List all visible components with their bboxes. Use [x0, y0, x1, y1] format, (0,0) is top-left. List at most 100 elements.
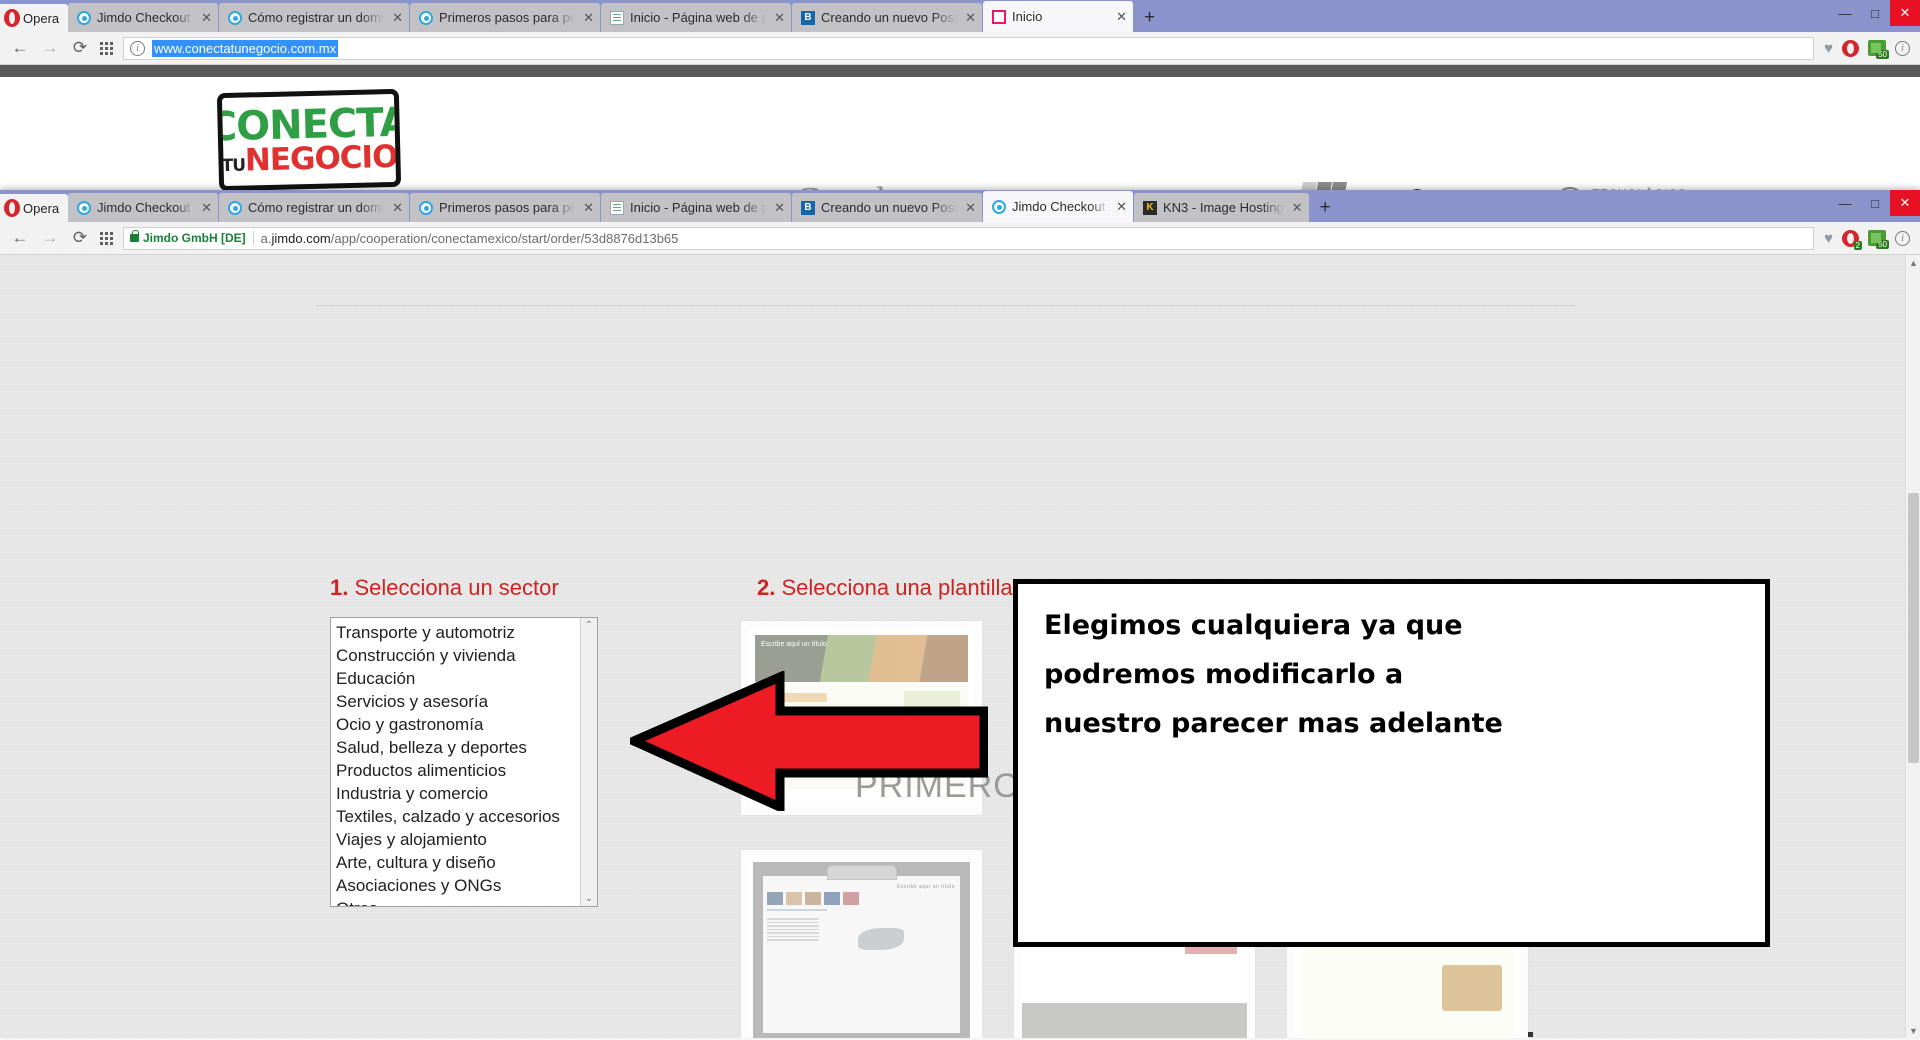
jimdo-favicon [77, 10, 91, 25]
close-window-button[interactable]: ✕ [1890, 190, 1920, 216]
sector-option[interactable]: Industria y comercio [334, 782, 580, 805]
tab-close-icon[interactable]: ✕ [390, 200, 403, 216]
lock-icon [130, 230, 139, 242]
reload-icon[interactable]: ⟳ [70, 228, 90, 248]
heart-icon[interactable]: ♥ [1824, 230, 1833, 247]
sector-option[interactable]: Construcción y vivienda [334, 644, 580, 667]
browser-window-2: Opera Jimdo Checkout ✕ Cómo registrar un… [0, 190, 1920, 1038]
sector-option[interactable]: Viajes y alojamiento [334, 828, 580, 851]
back-icon[interactable]: ← [10, 38, 30, 58]
speed-dial-icon[interactable] [100, 41, 113, 55]
red-arrow-annotation [630, 671, 988, 811]
jimdo-favicon [419, 200, 433, 215]
reload-icon[interactable]: ⟳ [70, 38, 90, 58]
scroll-up-icon[interactable]: ▲ [1906, 255, 1920, 270]
scroll-up-icon[interactable]: ⌃ [585, 620, 593, 631]
tab-close-icon[interactable]: ✕ [199, 200, 212, 216]
jimdo-favicon [992, 199, 1006, 214]
sector-option[interactable]: Arte, cultura y diseño [334, 851, 580, 874]
secure-site-badge[interactable]: Jimdo GmbH [DE] [130, 230, 254, 245]
template-card-4[interactable]: Escribe aquí un título [740, 849, 983, 1038]
tab-close-icon[interactable]: ✕ [963, 200, 976, 216]
sector-option[interactable]: Servicios y asesoría [334, 690, 580, 713]
tab-creando-post-2[interactable]: B Creando un nuevo Post - Blogger ✕ [792, 193, 982, 222]
minimize-button[interactable]: — [1830, 190, 1860, 216]
maximize-button[interactable]: □ [1860, 190, 1890, 216]
tab-como-registrar-dominio-2[interactable]: Cómo registrar un dominio ✕ [219, 193, 409, 222]
new-tab-button-1[interactable]: + [1134, 8, 1165, 32]
tab-jimdo-checkout-2a[interactable]: Jimdo Checkout ✕ [68, 193, 218, 222]
scroll-down-icon[interactable]: ⌄ [585, 893, 593, 904]
sector-option[interactable]: Textiles, calzado y accesorios [334, 805, 580, 828]
sector-list-scrollbar[interactable]: ⌃ ⌄ [580, 618, 597, 906]
conecta-tu-negocio-logo: CONECTA TUNEGOCIO [216, 88, 402, 192]
sector-option[interactable]: Salud, belleza y deportes [334, 736, 580, 759]
tab-label: Cómo registrar un dominio [248, 10, 384, 25]
opera-menu-button-1[interactable]: Opera [0, 4, 68, 32]
logo-line-2: TUNEGOCIO [221, 138, 398, 179]
info-icon[interactable]: i [1895, 230, 1910, 246]
heart-icon[interactable]: ♥ [1824, 40, 1833, 57]
close-window-button[interactable]: ✕ [1890, 0, 1920, 26]
tab-inicio-1[interactable]: Inicio ✕ [983, 1, 1133, 32]
tab-close-icon[interactable]: ✕ [199, 10, 212, 26]
sector-listbox[interactable]: Transporte y automotriz Construcción y v… [330, 617, 598, 907]
url-input-1[interactable]: i www.conectatunegocio.com.mx [123, 36, 1815, 60]
opera-sidebar-icon[interactable] [1842, 39, 1859, 57]
forward-icon[interactable]: → [40, 38, 60, 58]
tab-como-registrar-dominio-1[interactable]: Cómo registrar un dominio ✕ [219, 3, 409, 32]
page-scrollbar[interactable]: ▲ ▼ [1905, 255, 1920, 1038]
opera-menu-button-2[interactable]: Opera [0, 194, 68, 222]
tab-label: Jimdo Checkout [97, 200, 191, 215]
tab-label: Creando un nuevo Post - Blogger [821, 200, 958, 215]
tab-inicio-pagina-prueba-2[interactable]: Inicio - Página web de prueba ✕ [601, 193, 791, 222]
maximize-button[interactable]: □ [1860, 0, 1890, 26]
page-info-icon[interactable]: i [130, 40, 145, 56]
speed-dial-icon[interactable] [100, 231, 113, 245]
opera-sidebar-icon[interactable]: 2 [1842, 229, 1862, 250]
forward-icon[interactable]: → [40, 228, 60, 248]
scrollbar-thumb[interactable] [1908, 493, 1919, 763]
tab-close-icon[interactable]: ✕ [1290, 200, 1303, 216]
back-icon[interactable]: ← [10, 228, 30, 248]
note-line: podremos modificarlo a [1044, 658, 1404, 690]
url-input-2[interactable]: Jimdo GmbH [DE] a.jimdo.com/app/cooperat… [123, 226, 1815, 250]
tab-close-icon[interactable]: ✕ [963, 10, 976, 26]
annotation-note-1: Elegimos cualquiera ya que podremos modi… [1013, 579, 1770, 947]
extension-icon[interactable]: 50 [1868, 40, 1889, 59]
tab-jimdo-checkout-1[interactable]: Jimdo Checkout ✕ [68, 3, 218, 32]
tab-close-icon[interactable]: ✕ [581, 10, 594, 26]
new-tab-button-2[interactable]: + [1310, 198, 1341, 222]
sector-option[interactable]: Ocio y gastronomía [334, 713, 580, 736]
info-icon[interactable]: i [1895, 40, 1910, 56]
sector-option[interactable]: Educación [334, 667, 580, 690]
tab-primeros-pasos-1[interactable]: Primeros pasos para personalizar ✕ [410, 3, 600, 32]
tab-close-icon[interactable]: ✕ [1114, 199, 1127, 215]
header-divider [315, 305, 1575, 306]
tab-label: Creando un nuevo Post - Blogger [821, 10, 958, 25]
sector-option[interactable]: Productos alimenticios [334, 759, 580, 782]
tab-strip-2: Opera Jimdo Checkout ✕ Cómo registrar un… [0, 190, 1920, 222]
sector-option[interactable]: Otros [334, 897, 580, 906]
tab-close-icon[interactable]: ✕ [390, 10, 403, 26]
tab-label: KN3 - Image Hosting [1163, 200, 1284, 215]
jimdo-favicon [228, 10, 242, 25]
minimize-button[interactable]: — [1830, 0, 1860, 26]
cursor-dot [1528, 1032, 1533, 1037]
scroll-down-icon[interactable]: ▼ [1906, 1023, 1920, 1038]
tab-primeros-pasos-2[interactable]: Primeros pasos para personalizar ✕ [410, 193, 600, 222]
sector-option[interactable]: Transporte y automotriz [334, 621, 580, 644]
tab-close-icon[interactable]: ✕ [772, 10, 785, 26]
tab-creando-post-1[interactable]: B Creando un nuevo Post - Blogger ✕ [792, 3, 982, 32]
sector-option[interactable]: Asociaciones y ONGs [334, 874, 580, 897]
note-line: Elegimos cualquiera ya que [1044, 610, 1463, 641]
conecta-header-page: CONECTA TUNEGOCIO Es una iniciativa de G… [0, 65, 1920, 236]
tab-close-icon[interactable]: ✕ [1114, 9, 1127, 25]
tab-close-icon[interactable]: ✕ [581, 200, 594, 216]
tab-inicio-pagina-prueba-1[interactable]: Inicio - Página web de prueba ✕ [601, 3, 791, 32]
extension-icon[interactable]: 50 [1868, 230, 1889, 249]
url-domain: jimdo.com [271, 230, 331, 246]
tab-close-icon[interactable]: ✕ [772, 200, 785, 216]
tab-jimdo-checkout-2b[interactable]: Jimdo Checkout ✕ [983, 191, 1133, 222]
tab-kn3-image-hosting[interactable]: K KN3 - Image Hosting ✕ [1134, 193, 1309, 222]
